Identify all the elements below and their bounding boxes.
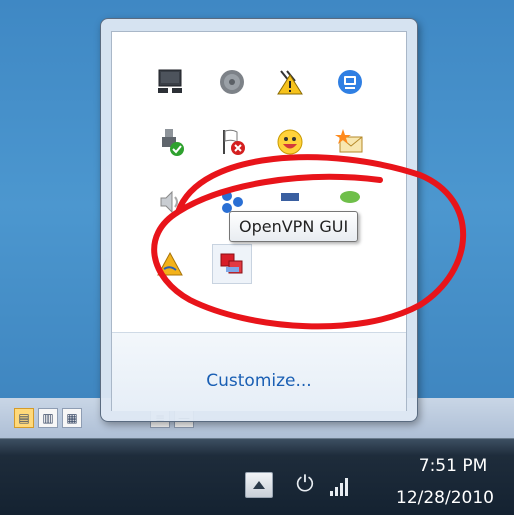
openvpn-gui-icon[interactable] [212,244,252,284]
disc-icon[interactable] [212,62,252,102]
java-update-icon[interactable] [150,244,190,284]
customize-link[interactable]: Customize... [112,371,406,391]
full-screen-reading-view-icon[interactable]: ▥ [38,408,58,428]
clock-time: 7:51 PM [418,456,488,476]
monitor-icon[interactable] [150,62,190,102]
network-warning-icon[interactable] [270,62,310,102]
popup-footer: Customize... [112,332,406,411]
show-hidden-icons-button[interactable] [245,472,273,498]
mail-icon[interactable] [330,122,370,162]
web-layout-view-icon[interactable]: ▦ [62,408,82,428]
speaker-icon[interactable] [150,182,190,222]
print-layout-view-icon[interactable]: ▤ [14,408,34,428]
network-signal-icon[interactable] [330,476,354,496]
taskbar-clock[interactable]: 7:51 PM 12/28/2010 [392,455,514,509]
openvpn-tooltip: OpenVPN GUI [229,211,359,242]
display-settings-icon[interactable] [330,62,370,102]
power-icon[interactable]: ⏻ [292,472,318,498]
clock-date: 12/28/2010 [396,488,494,508]
action-center-flag-icon[interactable] [212,122,252,162]
smiley-messenger-icon[interactable] [270,122,310,162]
usb-safe-remove-icon[interactable] [150,122,190,162]
hidden-icons-grid [112,32,406,332]
